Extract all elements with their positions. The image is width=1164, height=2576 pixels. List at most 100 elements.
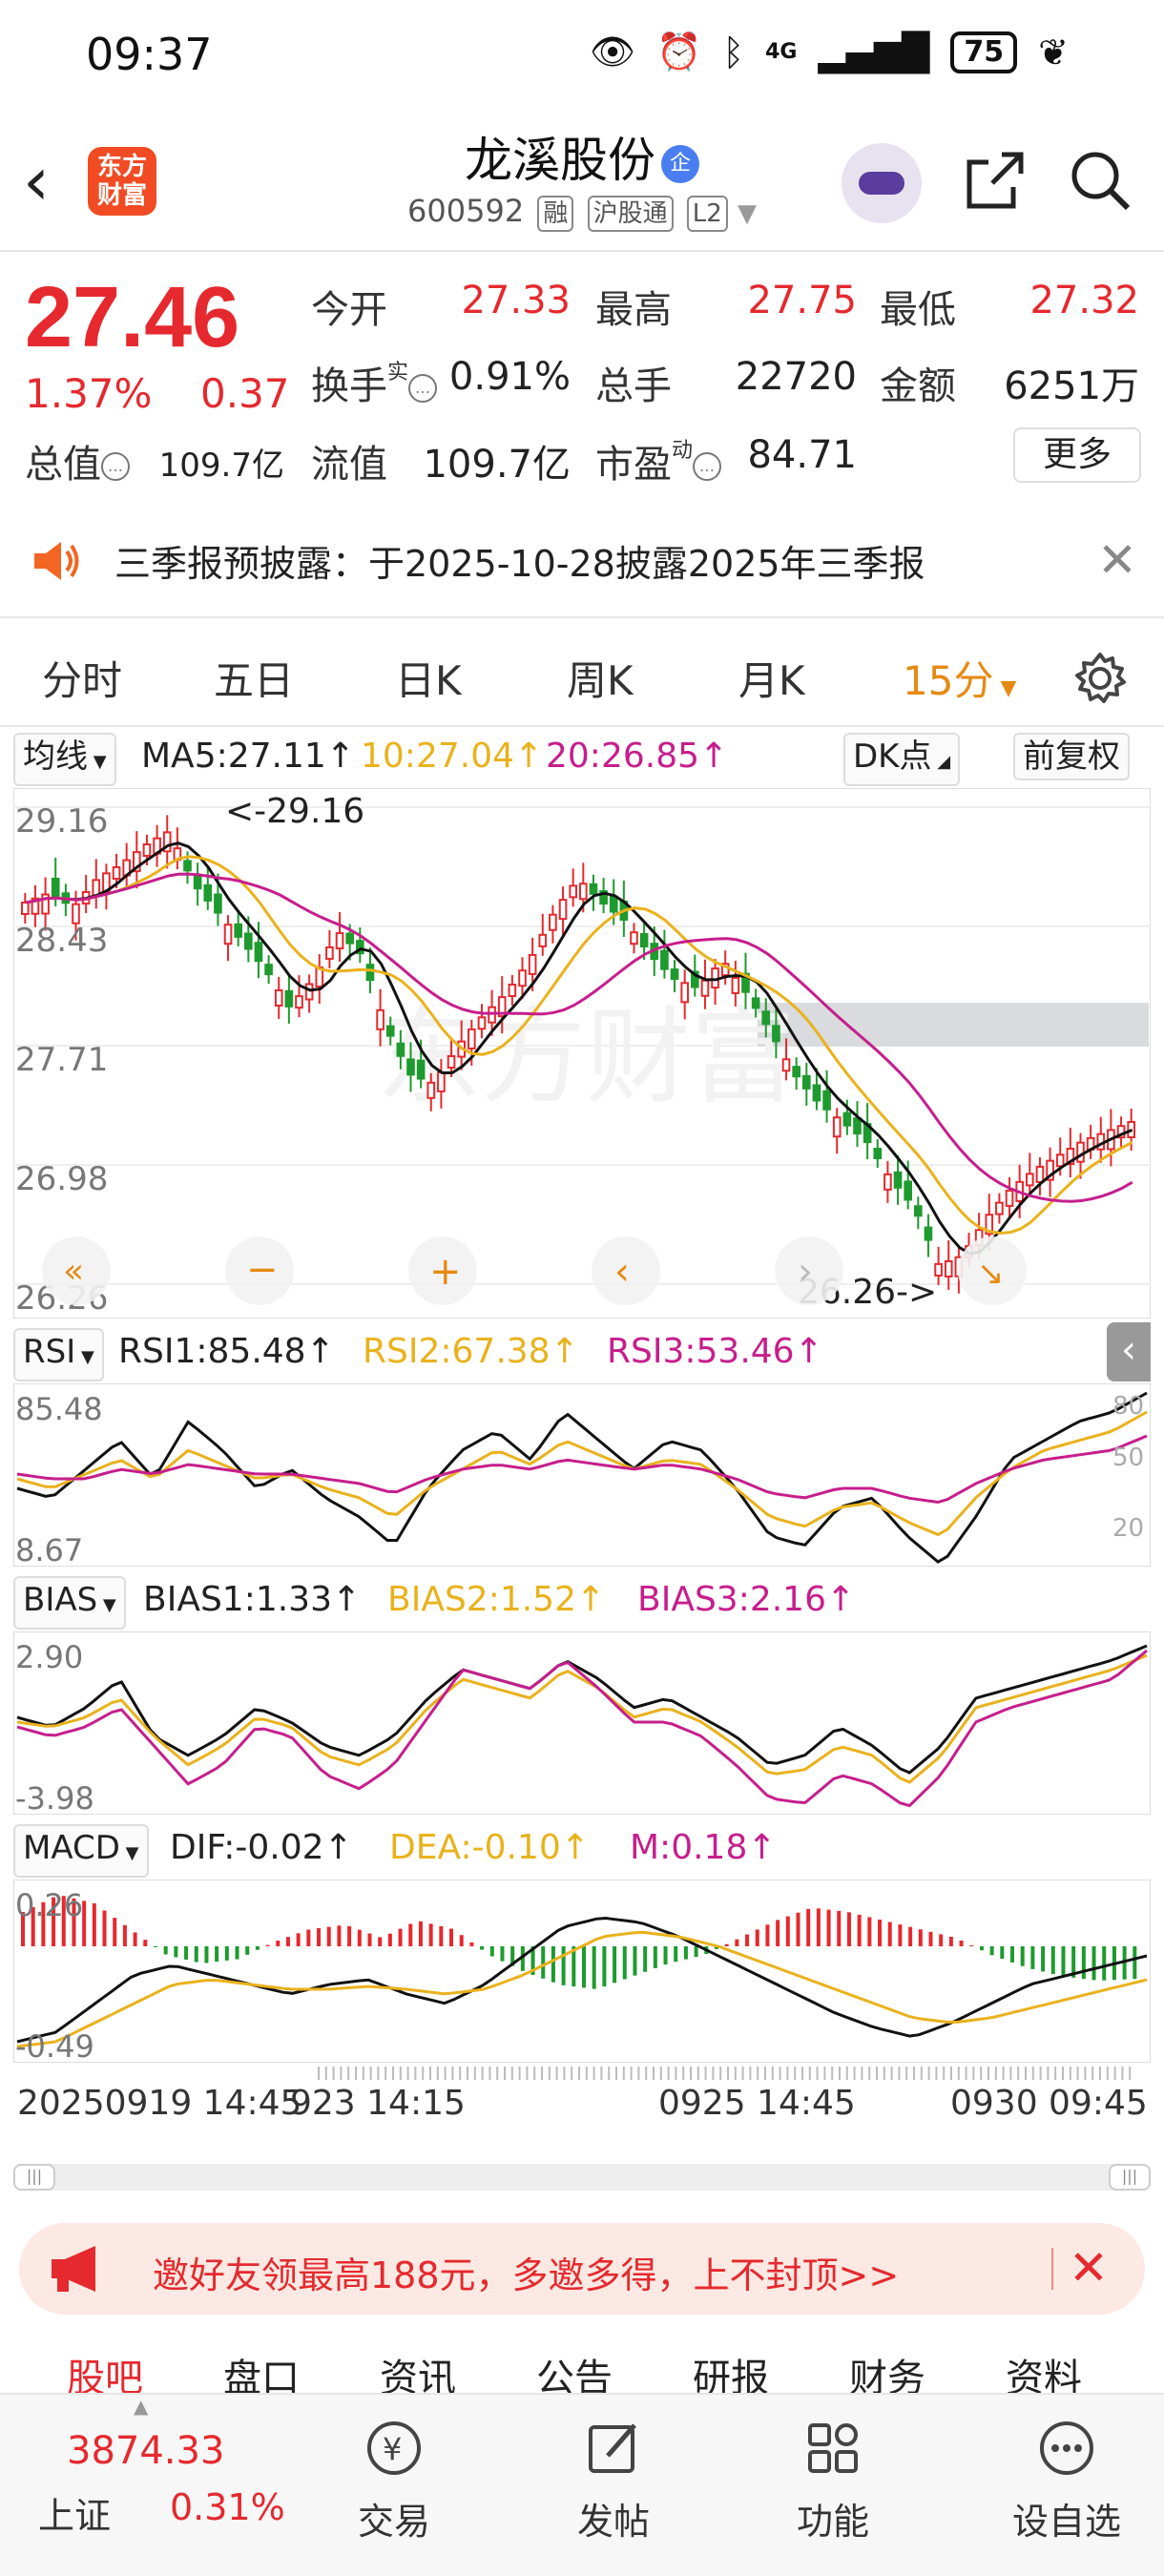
float-value: 109.7亿 xyxy=(423,443,571,487)
macd-bar xyxy=(174,1946,178,1958)
scrollbar-right-handle[interactable]: ||| xyxy=(1109,2164,1151,2191)
turnover-sup: 实 xyxy=(387,361,409,384)
macd-bar xyxy=(541,1946,546,1979)
tab-weekly-k[interactable]: 周K xyxy=(567,649,634,707)
candle-body xyxy=(72,903,80,924)
macd-bar xyxy=(948,1936,953,1946)
tab-five-day[interactable]: 五日 xyxy=(214,649,294,707)
quote-panel: 27.46 1.37% 0.37 今开 27.33 最高 27.75 最低 27… xyxy=(0,252,1164,495)
tab-15min[interactable]: 15分 ▼ xyxy=(903,649,1016,707)
chart-scrollbar[interactable]: ||| ||| xyxy=(13,2164,1151,2191)
candle-body xyxy=(274,989,283,1008)
promo-banner[interactable]: 邀好友领最高188元，多邀多得，上不封顶>> ✕ xyxy=(19,2223,1145,2315)
candle-body xyxy=(630,931,638,945)
bias3-label: BIAS3:2.16↑ xyxy=(637,1580,856,1619)
promo-divider xyxy=(1051,2248,1053,2290)
search-icon[interactable] xyxy=(1069,149,1132,212)
macd-bar xyxy=(367,1933,372,1946)
pe-label-text: 市盈 xyxy=(595,443,672,487)
macd-bar xyxy=(816,1908,821,1946)
assistant-avatar[interactable] xyxy=(842,143,922,223)
candle-body xyxy=(528,953,537,975)
macd-bar xyxy=(1010,1946,1015,1963)
candle-body xyxy=(873,1147,883,1159)
macd-bar xyxy=(1081,1946,1086,1980)
candle-body xyxy=(670,968,679,981)
candle-body xyxy=(376,1008,385,1030)
tabs-divider xyxy=(0,725,1164,727)
candle-body xyxy=(21,902,30,915)
candlestick-chart[interactable]: 东方财富 29.1628.4327.7126.9826.26 <-29.16 2… xyxy=(13,788,1151,1319)
tab-financials[interactable]: 财务 xyxy=(849,2347,925,2395)
bias2-label: BIAS2:1.52↑ xyxy=(387,1580,606,1619)
close-icon[interactable]: ✕ xyxy=(1097,532,1137,588)
tab-profile[interactable]: 资料 xyxy=(1006,2347,1082,2395)
candle-body xyxy=(264,964,273,976)
candle-body xyxy=(477,1016,487,1030)
candle-body xyxy=(244,932,253,950)
info-icon[interactable]: … xyxy=(101,452,130,481)
dk-select[interactable]: DK点 ◢ xyxy=(843,733,961,786)
macd-bar xyxy=(939,1934,944,1946)
tab-forum[interactable]: 股吧 xyxy=(67,2347,143,2395)
tab-intraday[interactable]: 分时 xyxy=(42,649,122,707)
rsi-select[interactable]: RSI ▼ xyxy=(13,1328,104,1381)
ma-select[interactable]: 均线 ▼ xyxy=(13,733,116,786)
candle-body xyxy=(680,982,690,1004)
macd-bar xyxy=(1133,1946,1137,1980)
bias-select[interactable]: BIAS ▼ xyxy=(13,1576,126,1630)
candle-body xyxy=(223,924,233,945)
macd-bar xyxy=(1050,1946,1055,1975)
tab-research[interactable]: 研报 xyxy=(693,2347,769,2395)
tab-orderbook[interactable]: 盘口 xyxy=(223,2347,300,2395)
index-name: 上证 xyxy=(38,2495,112,2537)
more-button[interactable]: 更多 xyxy=(1013,427,1141,483)
tab-monthly-k[interactable]: 月K xyxy=(738,649,805,707)
macd-bar xyxy=(735,1939,739,1946)
dk-select-label: DK点 xyxy=(853,737,932,776)
high-marker: <-29.16 xyxy=(225,792,364,831)
candle-body xyxy=(396,1042,405,1057)
candle-body xyxy=(751,997,760,1009)
candle-body xyxy=(822,1090,831,1111)
macd-bar xyxy=(1102,1946,1107,1981)
megaphone-icon xyxy=(52,2246,95,2292)
bias-select-label: BIAS xyxy=(23,1581,98,1619)
macd-bar xyxy=(143,1940,148,1946)
candle-body xyxy=(183,860,192,872)
watchlist-button[interactable]: 设自选 xyxy=(981,2418,1153,2545)
macd-bar xyxy=(1061,1946,1066,1977)
macd-bar xyxy=(582,1946,586,1988)
adjust-select[interactable]: 前复权 xyxy=(1013,733,1130,780)
share-icon[interactable] xyxy=(964,149,1027,212)
panel-toggle-button[interactable]: ‹ xyxy=(1107,1322,1151,1381)
y-axis-label: 27.71 xyxy=(15,1041,108,1079)
index-value[interactable]: 3874.33 xyxy=(67,2429,224,2473)
info-icon[interactable]: … xyxy=(693,452,722,481)
macd-bar xyxy=(326,1926,331,1946)
macd-select[interactable]: MACD ▼ xyxy=(13,1824,149,1878)
macd-bar xyxy=(806,1908,811,1946)
notice-bar[interactable]: 三季报预披露：于2025-10-28披露2025年三季报 ✕ xyxy=(0,506,1164,616)
candle-body xyxy=(731,976,740,994)
rsi-y-bottom: 8.67 xyxy=(15,1532,83,1567)
macd-bar xyxy=(592,1946,596,1989)
functions-button[interactable]: 功能 xyxy=(761,2418,904,2545)
amount-label: 金额 xyxy=(880,364,956,408)
tab-news[interactable]: 资讯 xyxy=(380,2347,456,2395)
tab-daily-k[interactable]: 日K xyxy=(395,649,462,707)
post-button[interactable]: 发帖 xyxy=(542,2418,685,2545)
macd-bar xyxy=(969,1945,974,1947)
info-icon[interactable]: … xyxy=(408,374,438,403)
tab-announcements[interactable]: 公告 xyxy=(536,2347,613,2395)
candle-body xyxy=(112,866,121,881)
ma20-label: 20:26.85↑ xyxy=(546,737,729,776)
trade-button[interactable]: ¥ 交易 xyxy=(322,2418,466,2545)
candle-body xyxy=(761,1010,771,1026)
close-icon[interactable]: ✕ xyxy=(1069,2240,1109,2296)
gear-icon[interactable] xyxy=(1072,651,1128,706)
macd-bar xyxy=(613,1946,617,1984)
low-label: 最低 xyxy=(880,288,956,332)
bias1-label: BIAS1:1.33↑ xyxy=(143,1580,362,1619)
scrollbar-left-handle[interactable]: ||| xyxy=(13,2164,55,2191)
